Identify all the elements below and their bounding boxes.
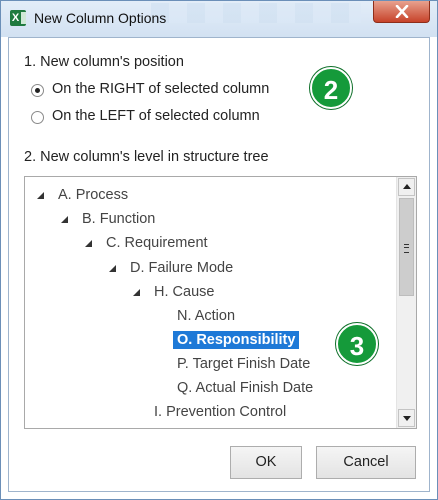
grip-icon xyxy=(404,244,409,253)
structure-tree[interactable]: A. Process B. Function C. Requirement D.… xyxy=(24,176,417,429)
close-button[interactable] xyxy=(373,1,430,23)
radio-left[interactable] xyxy=(31,111,44,124)
tree-node-label[interactable]: C. Requirement xyxy=(106,235,208,251)
expanded-triangle-icon[interactable] xyxy=(133,289,140,296)
callout-badge-3: 3 xyxy=(336,323,378,365)
tree-node-label[interactable]: D. Failure Mode xyxy=(130,260,233,276)
scrollbar-thumb[interactable] xyxy=(399,198,414,296)
tree-node-label[interactable]: Q. Actual Finish Date xyxy=(177,380,313,396)
level-heading: 2. New column's level in structure tree xyxy=(24,149,269,165)
title-bar-background xyxy=(151,3,361,23)
window-title: New Column Options xyxy=(34,10,167,26)
tree-scrollbar[interactable] xyxy=(396,177,416,428)
ok-button[interactable]: OK xyxy=(230,446,302,479)
scroll-up-button[interactable] xyxy=(398,178,415,196)
tree-node-label[interactable]: B. Function xyxy=(82,211,155,227)
arrow-down-icon xyxy=(403,416,411,421)
tree-node-label[interactable]: P. Target Finish Date xyxy=(177,356,310,372)
dialog-window: New Column Options 1. New column's posit… xyxy=(0,0,438,500)
excel-icon xyxy=(10,10,26,26)
expanded-triangle-icon[interactable] xyxy=(37,192,44,199)
radio-right[interactable] xyxy=(31,84,44,97)
expanded-triangle-icon[interactable] xyxy=(85,240,92,247)
expanded-triangle-icon[interactable] xyxy=(61,216,68,223)
position-heading: 1. New column's position xyxy=(24,54,184,70)
radio-left-label[interactable]: On the LEFT of selected column xyxy=(52,108,260,124)
tree-node-label[interactable]: A. Process xyxy=(58,187,128,203)
arrow-up-icon xyxy=(403,184,411,189)
radio-right-label[interactable]: On the RIGHT of selected column xyxy=(52,81,269,97)
title-bar[interactable]: New Column Options xyxy=(1,1,437,37)
close-icon xyxy=(395,5,409,18)
scroll-down-button[interactable] xyxy=(398,409,415,427)
tree-node-label[interactable]: N. Action xyxy=(177,308,235,324)
tree-node-label[interactable]: O. Responsibility xyxy=(173,331,300,349)
tree-node-label[interactable]: H. Cause xyxy=(154,284,214,300)
cancel-button[interactable]: Cancel xyxy=(316,446,416,479)
tree-node-label[interactable]: I. Prevention Control xyxy=(154,404,286,420)
expanded-triangle-icon[interactable] xyxy=(109,265,116,272)
callout-badge-2: 2 xyxy=(310,67,352,109)
